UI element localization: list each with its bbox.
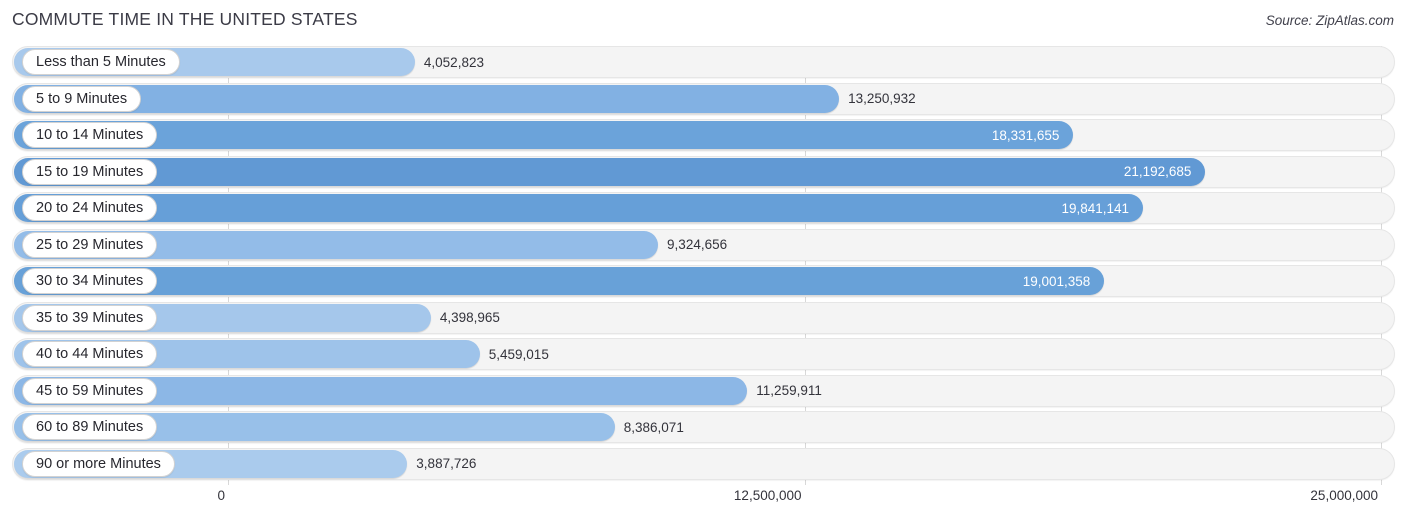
category-label: 45 to 59 Minutes bbox=[22, 377, 158, 404]
x-axis-tick: 25,000,000 bbox=[1310, 488, 1378, 503]
x-axis-tick: 12,500,000 bbox=[733, 488, 802, 503]
bar-row[interactable]: 35 to 39 Minutes 4,398,965 bbox=[0, 301, 1406, 334]
bar-value-label: 19,001,358 bbox=[1022, 273, 1091, 289]
category-label: 5 to 9 Minutes bbox=[22, 85, 142, 112]
bar-value-label: 19,841,141 bbox=[1061, 200, 1130, 216]
source-attribution: Source: ZipAtlas.com bbox=[1265, 13, 1394, 28]
bar-row[interactable]: 10 to 14 Minutes 18,331,655 bbox=[0, 119, 1406, 151]
bar-value-label: 21,192,685 bbox=[1123, 164, 1192, 179]
category-label: 35 to 39 Minutes bbox=[22, 304, 158, 331]
category-label: 10 to 14 Minutes bbox=[22, 122, 158, 148]
bar-row[interactable]: 25 to 29 Minutes 9,324,656 bbox=[0, 228, 1406, 261]
x-axis: 0 12,500,000 25,000,000 bbox=[0, 486, 1406, 516]
bar-value-label: 5,459,015 bbox=[488, 346, 549, 362]
bar[interactable] bbox=[14, 121, 1074, 149]
bar-value-label: 8,386,071 bbox=[623, 419, 684, 435]
category-label: 25 to 29 Minutes bbox=[22, 231, 158, 258]
bar-value-label: 11,259,911 bbox=[756, 383, 822, 398]
x-axis-tick: 0 bbox=[217, 488, 225, 503]
bar-value-label: 3,887,726 bbox=[416, 456, 477, 471]
category-label: 20 to 24 Minutes bbox=[22, 195, 158, 221]
bar-value-label: 4,398,965 bbox=[439, 310, 500, 325]
bar-row[interactable]: 30 to 34 Minutes 19,001,358 bbox=[0, 265, 1406, 297]
bar[interactable] bbox=[14, 267, 1105, 295]
bar[interactable] bbox=[14, 157, 1206, 186]
category-label: Less than 5 Minutes bbox=[22, 49, 180, 75]
bar-value-label: 13,250,932 bbox=[848, 91, 916, 106]
category-label: 90 or more Minutes bbox=[22, 450, 175, 477]
bar-row[interactable]: 20 to 24 Minutes 19,841,141 bbox=[0, 192, 1406, 224]
bar-value-label: 4,052,823 bbox=[423, 54, 484, 70]
category-label: 30 to 34 Minutes bbox=[22, 268, 158, 294]
category-label: 40 to 44 Minutes bbox=[22, 341, 158, 367]
category-label: 15 to 19 Minutes bbox=[22, 158, 158, 185]
bar-row[interactable]: 45 to 59 Minutes 11,259,911 bbox=[0, 374, 1406, 407]
page-title: COMMUTE TIME IN THE UNITED STATES bbox=[12, 9, 358, 29]
bar-rows: Less than 5 Minutes 4,052,823 5 to 9 Minut… bbox=[0, 46, 1406, 484]
bar-value-label: 18,331,655 bbox=[991, 127, 1060, 143]
bar[interactable] bbox=[14, 194, 1144, 222]
plot-area: Less than 5 Minutes 4,052,823 5 to 9 Minut… bbox=[0, 46, 1406, 486]
bar-row[interactable]: Less than 5 Minutes 4,052,823 bbox=[0, 46, 1406, 78]
category-label: 60 to 89 Minutes bbox=[22, 414, 158, 440]
bar-row[interactable]: 15 to 19 Minutes 21,192,685 bbox=[0, 155, 1406, 188]
chart-container: COMMUTE TIME IN THE UNITED STATES Source… bbox=[0, 0, 1406, 522]
bar-row[interactable]: 90 or more Minutes 3,887,726 bbox=[0, 447, 1406, 480]
bar-row[interactable]: 5 to 9 Minutes 13,250,932 bbox=[0, 82, 1406, 115]
bar-value-label: 9,324,656 bbox=[667, 237, 728, 252]
bar-row[interactable]: 60 to 89 Minutes 8,386,071 bbox=[0, 411, 1406, 443]
bar-row[interactable]: 40 to 44 Minutes 5,459,015 bbox=[0, 338, 1406, 370]
